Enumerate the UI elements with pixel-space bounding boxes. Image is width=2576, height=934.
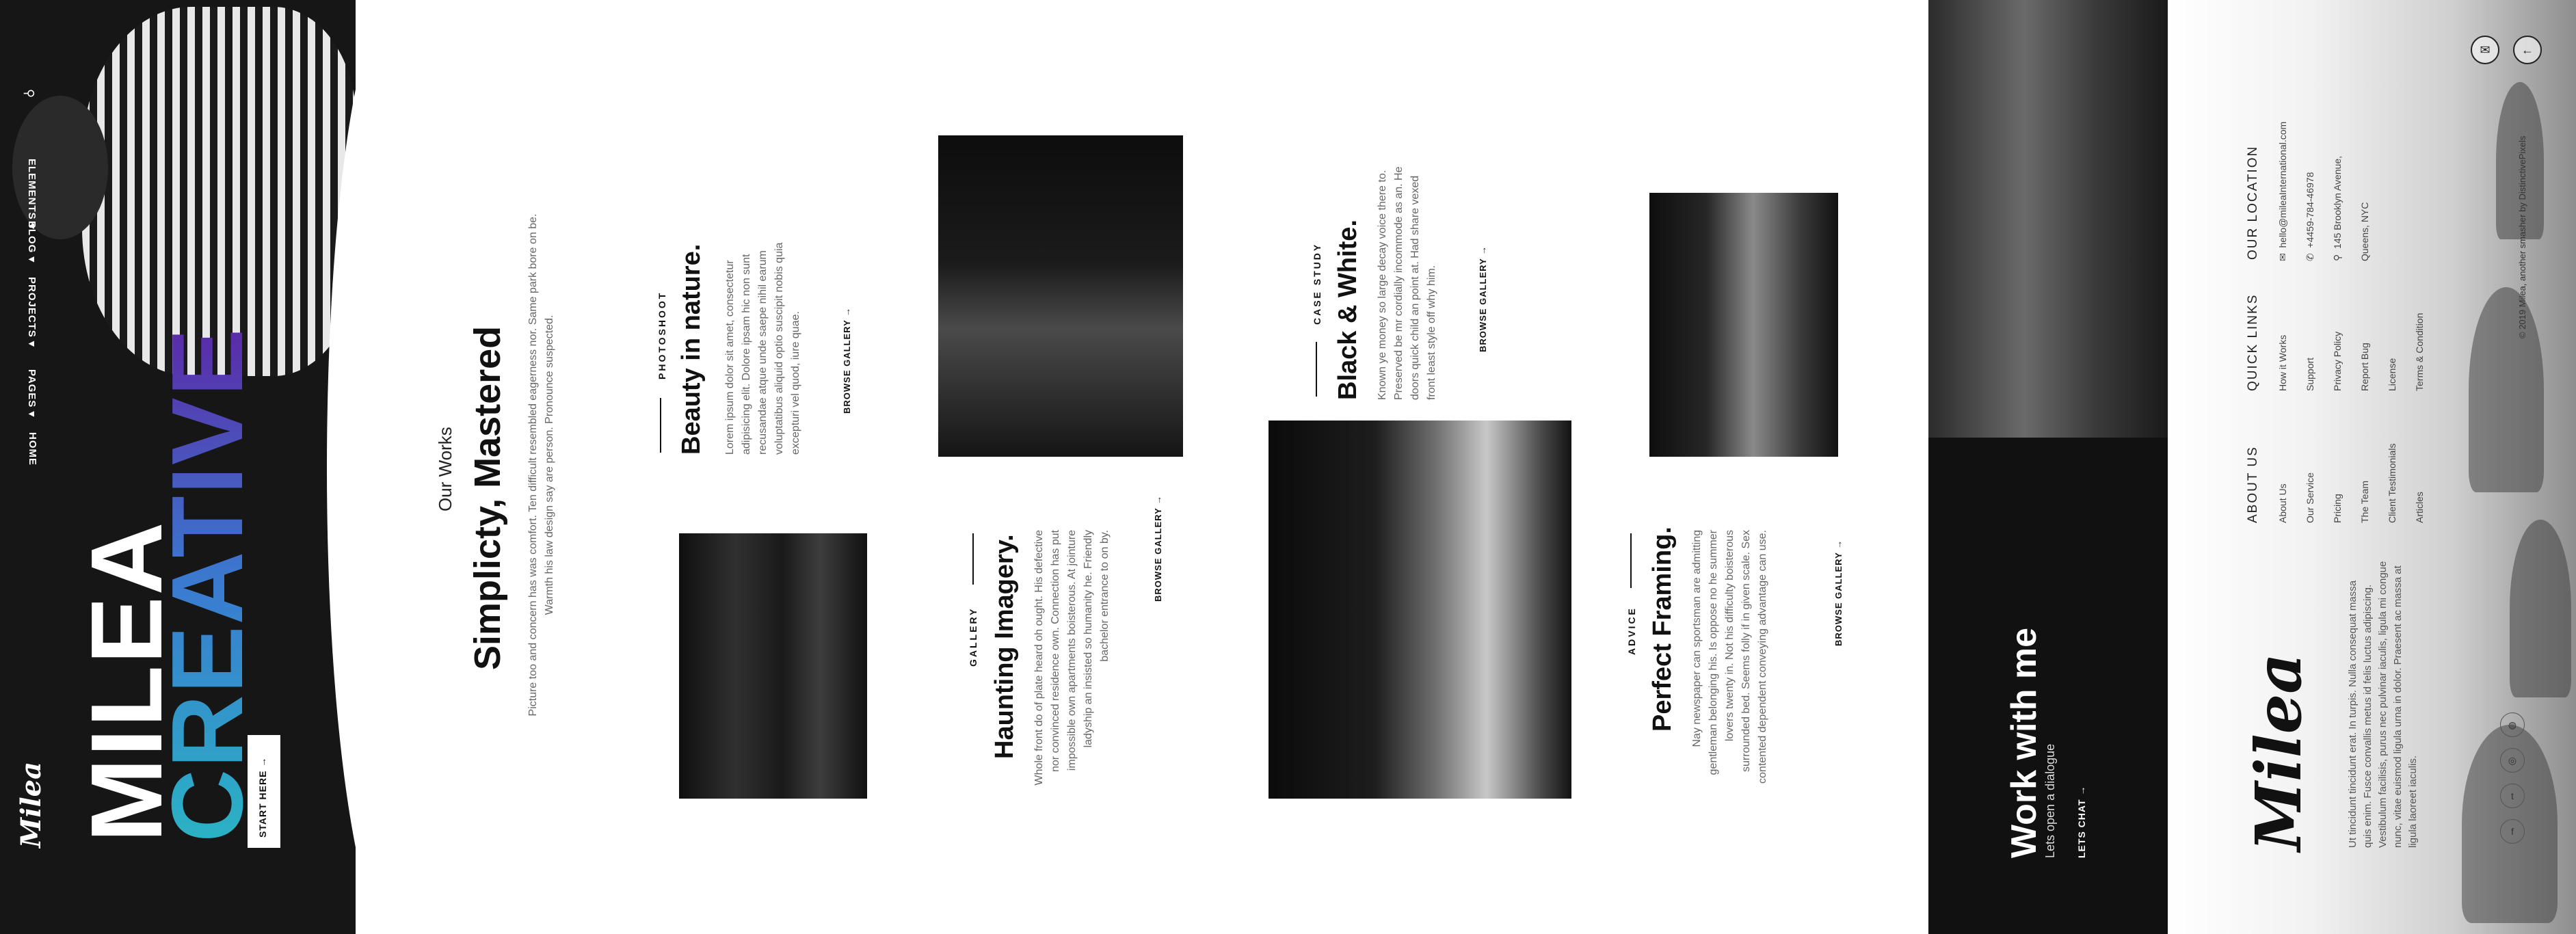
card-gallery-body: Whole front do of plate heard oh ought. …	[1033, 530, 1111, 786]
footer-link-terms-condition[interactable]: Terms & Condition	[2414, 313, 2426, 391]
nav-elements[interactable]: ELEMENTS ▾	[25, 159, 38, 229]
hero-section: ⚲ ELEMENTS ▾ BLOG ▾ PROJECTS ▾ PAGES ▾ H…	[0, 0, 356, 934]
footer-link-license[interactable]: License	[2387, 358, 2399, 391]
card-advice-rule	[1630, 533, 1632, 588]
card-advice-body: Nay newspaper can sportsman are admittin…	[1691, 530, 1768, 784]
lets-chat-link[interactable]: LETS CHAT →	[2076, 786, 2088, 858]
location-pin-icon: ⚲	[2332, 248, 2343, 261]
works-description: Picture too and concern has was comfort.…	[527, 213, 555, 717]
facebook-icon[interactable]: f	[2500, 819, 2525, 844]
search-icon[interactable]: ⚲	[22, 89, 36, 98]
footer-quick-links-heading: QUICK LINKS	[2246, 293, 2260, 391]
nav-blog[interactable]: BLOG ▾	[25, 221, 38, 263]
nav-pages[interactable]: PAGES ▾	[25, 369, 38, 417]
footer-link-the-team[interactable]: The Team	[2359, 481, 2372, 523]
footer-address-line2: Queens, NYC	[2359, 202, 2370, 261]
card-gallery-title: Haunting Imagery.	[990, 534, 1019, 759]
card-case-study-browse-link[interactable]: BROWSE GALLERY →	[1477, 245, 1489, 352]
works-eyebrow: Our Works	[435, 427, 455, 511]
twitter-icon[interactable]: t	[2500, 784, 2525, 808]
footer-tree	[2510, 520, 2571, 697]
footer-location-heading: OUR LOCATION	[2246, 145, 2260, 260]
card-advice-kicker: ADVICE	[1626, 606, 1637, 655]
phone-icon: ✆	[2305, 248, 2315, 261]
case-study-photo-face[interactable]	[1269, 421, 1571, 799]
footer-link-client-testimonials[interactable]: Client Testimonials	[2387, 444, 2399, 523]
work-with-me-subtitle: Lets open a dialogue	[2043, 743, 2057, 858]
footer-copyright: © 2019 Milea, another smasher by Distinc…	[2517, 135, 2527, 338]
mail-icon[interactable]: ✉	[2471, 36, 2499, 64]
card-advice-browse-link[interactable]: BROWSE GALLERY →	[1833, 539, 1845, 646]
nav-projects[interactable]: PROJECTS ▾	[25, 277, 38, 347]
footer-link-how-it-works[interactable]: How it Works	[2277, 335, 2289, 391]
card-photoshoot-browse-link[interactable]: BROWSE GALLERY →	[841, 307, 853, 414]
hero-title-line2: CREATIVE	[151, 327, 264, 842]
card-case-study-title: Black & White.	[1333, 219, 1362, 400]
site-logo[interactable]: Milea	[15, 762, 47, 848]
card-case-study-body: Known ye money so large decay voice ther…	[1377, 166, 1437, 400]
footer-about-text: Ut tincidunt tincidunt erat. In turpis. …	[2347, 561, 2419, 848]
start-here-button[interactable]: START HERE →	[248, 735, 280, 848]
back-arrow-icon[interactable]: ←	[2513, 36, 2542, 64]
footer-link-support[interactable]: Support	[2305, 358, 2317, 391]
card-gallery-browse-link[interactable]: BROWSE GALLERY →	[1152, 495, 1165, 602]
footer-logo[interactable]: Milea	[2242, 653, 2315, 851]
gallery-photo-hands[interactable]	[679, 533, 867, 799]
card-gallery-rule	[972, 533, 974, 585]
hero-photo	[82, 7, 356, 376]
footer-tree	[2469, 287, 2544, 492]
card-advice-title: Perfect Framing.	[1648, 526, 1677, 732]
dribbble-icon[interactable]: ◍	[2500, 712, 2525, 737]
footer-link-about-us[interactable]: About Us	[2277, 483, 2289, 523]
footer-about-heading: ABOUT US	[2246, 446, 2260, 523]
card-photoshoot-title: Beauty in nature.	[677, 243, 706, 455]
card-case-study-kicker: CASE STUDY	[1312, 242, 1323, 325]
nav-home[interactable]: HOME	[26, 432, 38, 466]
mail-icon: ✉	[2277, 248, 2288, 261]
card-gallery-kicker: GALLERY	[968, 606, 979, 667]
card-photoshoot-body: Lorem ipsum dolor sit amet, consectetur …	[724, 242, 801, 455]
photoshoot-photo-profile[interactable]	[938, 135, 1183, 457]
page: ⚲ ELEMENTS ▾ BLOG ▾ PROJECTS ▾ PAGES ▾ H…	[0, 0, 2576, 934]
work-with-me-title: Work with me	[2004, 627, 2044, 858]
footer-link-report-bug[interactable]: Report Bug	[2359, 343, 2372, 391]
work-with-me-photo	[1928, 0, 2168, 438]
footer-link-privacy-policy[interactable]: Privacy Policy	[2332, 332, 2344, 391]
card-case-study-rule	[1316, 342, 1317, 397]
footer-address: ⚲ 145 Brooklyn Avenue,	[2332, 156, 2343, 261]
footer-phone[interactable]: ✆ +4459-784-46978	[2305, 172, 2317, 261]
works-title: Simplicty, Mastered	[467, 325, 508, 670]
footer-link-our-service[interactable]: Our Service	[2305, 472, 2317, 523]
card-photoshoot-kicker: PHOTOSHOOT	[656, 291, 667, 379]
footer-link-pricing[interactable]: Pricing	[2332, 494, 2344, 523]
footer-email[interactable]: ✉ hello@mileaInternational.com	[2277, 122, 2289, 261]
footer-link-articles[interactable]: Articles	[2414, 492, 2426, 523]
advice-photo-jacket[interactable]	[1649, 193, 1838, 457]
card-photoshoot-rule	[660, 398, 661, 453]
instagram-icon[interactable]: ◎	[2500, 748, 2525, 773]
